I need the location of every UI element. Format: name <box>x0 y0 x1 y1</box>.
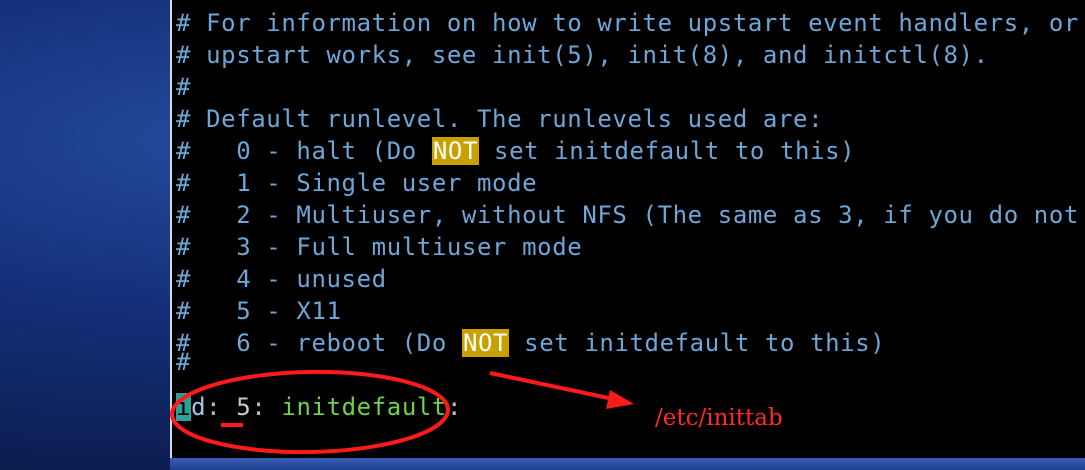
runlevel-text: set initdefault to this) <box>509 329 886 357</box>
runlevel-value: 5 <box>236 393 252 421</box>
runlevel-text: # 0 - halt (Do <box>176 137 432 165</box>
runlevel-line-6: # 6 - reboot (Do NOT set initdefault to … <box>176 327 885 359</box>
taskbar-edge <box>170 458 1085 470</box>
runlevel-line-2: # 2 - Multiuser, without NFS (The same a… <box>176 201 1079 229</box>
separator: : <box>206 393 222 421</box>
runlevel-line-3: # 3 - Full multiuser mode <box>176 233 583 261</box>
file-path-annotation: /etc/inittab <box>655 405 783 431</box>
comment-line: # upstart works, see init(5), init(8), a… <box>176 41 989 69</box>
comment-line: # Default runlevel. The runlevels used a… <box>176 105 824 133</box>
highlighted-match: NOT <box>461 329 510 357</box>
runlevel-line-5: # 5 - X11 <box>176 297 342 325</box>
runlevel-line-0: # 0 - halt (Do NOT set initdefault to th… <box>176 135 855 167</box>
comment-line: # <box>176 352 192 372</box>
terminal-window[interactable]: # For information on how to write upstar… <box>170 0 1085 458</box>
runlevel-text: set initdefault to this) <box>479 137 856 165</box>
action-keyword: initdefault <box>281 393 447 421</box>
comment-line: # For information on how to write upstar… <box>176 9 1079 37</box>
id-field: d <box>191 393 207 421</box>
separator: : <box>251 393 267 421</box>
runlevel-line-1: # 1 - Single user mode <box>176 169 538 197</box>
text-cursor: i <box>176 393 192 421</box>
comment-line: # <box>176 73 192 101</box>
highlighted-match: NOT <box>431 137 479 165</box>
runlevel-line-4: # 4 - unused <box>176 265 387 293</box>
initdefault-line[interactable]: id: 5: initdefault: <box>176 391 462 423</box>
runlevel-text: # 6 - reboot (Do <box>176 329 462 357</box>
separator: : <box>446 393 463 421</box>
